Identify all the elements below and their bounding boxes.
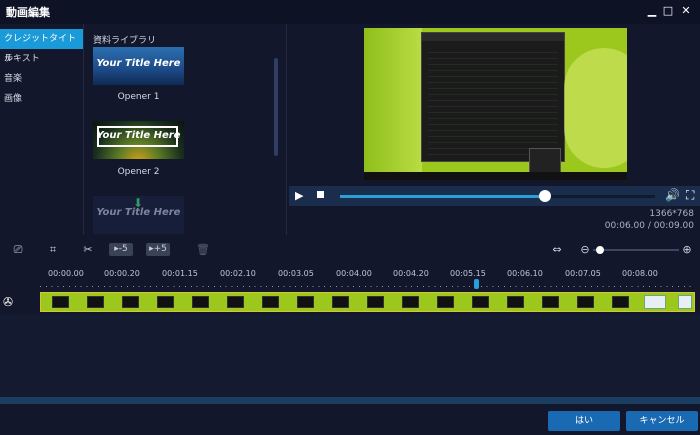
clip-frame — [192, 296, 209, 308]
ok-button[interactable]: はい — [548, 411, 620, 431]
clip-frame — [367, 296, 384, 308]
clip-frame — [122, 296, 139, 308]
progress-fill — [340, 195, 545, 198]
thumbnail-title-text: Your Title Here — [96, 130, 181, 141]
sidebar-item-image[interactable]: 画像 — [0, 89, 83, 109]
app-window-screenshot — [421, 32, 565, 162]
zoom-slider-handle[interactable] — [596, 246, 604, 254]
library-title: 資料ライブラリ — [93, 36, 157, 46]
ruler-tick-label: 00:06.10 — [507, 269, 543, 278]
clip-frame-window — [644, 295, 666, 309]
download-icon[interactable]: ⬇ — [133, 196, 143, 210]
speed-down-button[interactable]: ▸-5 — [109, 243, 133, 256]
clip-frame — [297, 296, 314, 308]
volume-icon[interactable]: 🔊 — [665, 188, 680, 202]
clip-frame — [612, 296, 629, 308]
clip-frame — [402, 296, 419, 308]
template-caption: Opener 2 — [117, 167, 160, 177]
ruler-tick-label: 00:07.05 — [565, 269, 601, 278]
clip-frame — [437, 296, 454, 308]
clip-frame — [87, 296, 104, 308]
template-thumbnail[interactable]: Your Title Here ⬇ — [93, 196, 184, 234]
wallpaper-shape — [564, 48, 627, 168]
ruler-tick-label: 00:05.15 — [450, 269, 486, 278]
fullscreen-icon[interactable]: ⛶ — [686, 188, 694, 203]
ruler-minor-ticks — [40, 286, 695, 287]
clip-frame — [472, 296, 489, 308]
trim-icon[interactable]: ✂ — [80, 243, 96, 256]
clip-frame — [542, 296, 559, 308]
progress-handle[interactable] — [538, 190, 551, 202]
clip-frame — [52, 296, 69, 308]
small-popup-window — [529, 148, 561, 174]
resolution-label: 1366*768 — [649, 209, 694, 219]
clip-frame — [157, 296, 174, 308]
taskbar — [364, 172, 627, 180]
template-thumbnail[interactable]: Your Title Here — [93, 47, 184, 85]
video-preview — [364, 28, 627, 180]
ruler-tick-label: 00:02.10 — [220, 269, 256, 278]
clip-frame — [577, 296, 594, 308]
title-bar: 動画編集 ▁ □ ✕ — [0, 0, 700, 24]
timeline-empty-area — [0, 314, 700, 397]
zoom-out-icon[interactable]: ⊖ — [579, 243, 591, 256]
category-sidebar: クレジットタイトル テキスト 音楽 画像 — [0, 24, 84, 235]
thumbnail-title-text: Your Title Here — [96, 58, 181, 69]
library-scrollbar[interactable] — [274, 58, 278, 156]
zoom-slider-track[interactable] — [593, 249, 679, 251]
close-button[interactable]: ✕ — [678, 3, 694, 19]
playhead[interactable] — [474, 279, 479, 289]
ruler-tick-label: 00:08.00 — [622, 269, 658, 278]
clip-frame — [227, 296, 244, 308]
cancel-button[interactable]: キャンセル — [626, 411, 698, 431]
split-icon[interactable]: ⎚ — [10, 243, 26, 256]
ruler-tick-label: 00:00.00 — [48, 269, 84, 278]
material-library: 資料ライブラリ Your Title Here Opener 1 Your Ti… — [84, 24, 287, 235]
template-thumbnail[interactable]: Your Title Here — [93, 121, 184, 159]
ruler-tick-label: 00:01.15 — [162, 269, 198, 278]
play-icon[interactable]: ▶ — [295, 189, 303, 202]
template-caption: Opener 1 — [117, 92, 160, 102]
sidebar-item-credit-title[interactable]: クレジットタイトル — [0, 29, 83, 64]
zoom-in-icon[interactable]: ⊕ — [681, 243, 693, 256]
desktop-icons-area — [364, 28, 422, 180]
stop-icon[interactable] — [317, 191, 324, 198]
ruler-tick-label: 00:00.20 — [104, 269, 140, 278]
file-list — [428, 47, 558, 155]
fit-timeline-icon[interactable]: ⇔ — [550, 243, 564, 256]
crop-icon[interactable]: ⌗ — [45, 243, 61, 256]
ruler-tick-label: 00:03.05 — [278, 269, 314, 278]
clip-frame-window — [678, 295, 692, 309]
delete-icon[interactable]: 🗑 — [196, 243, 210, 256]
clip-frame — [262, 296, 279, 308]
app-window-header — [422, 33, 564, 41]
ruler-tick-label: 00:04.00 — [336, 269, 372, 278]
window-title: 動画編集 — [6, 6, 50, 19]
ruler-tick-label: 00:04.20 — [393, 269, 429, 278]
clip-frame — [507, 296, 524, 308]
speed-up-button[interactable]: ▸+5 — [146, 243, 170, 256]
film-reel-icon: ✇ — [3, 295, 14, 309]
maximize-button[interactable]: □ — [660, 3, 676, 19]
time-display: 00:06.00 / 00:09.00 — [604, 221, 694, 231]
minimize-button[interactable]: ▁ — [644, 3, 660, 19]
sidebar-item-text[interactable]: テキスト — [0, 49, 83, 69]
clip-frame — [332, 296, 349, 308]
sidebar-item-music[interactable]: 音楽 — [0, 69, 83, 89]
horizontal-scrollbar[interactable] — [0, 397, 700, 404]
